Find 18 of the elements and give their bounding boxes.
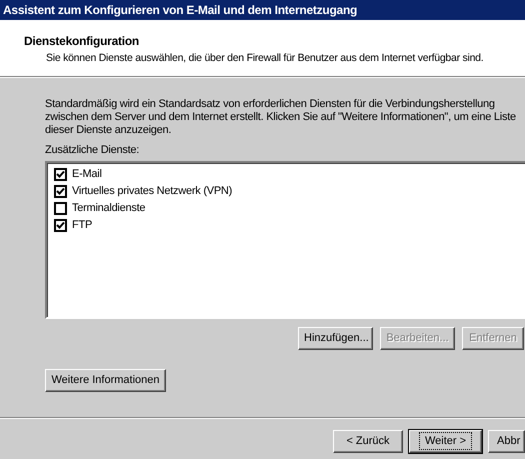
description-text: Standardmäßig wird ein Standardsatz von erforderlichen Diensten für die Verbindungsherstellung zwischen dem Server und dem Internet erstellt. Klicken Sie auf "Weitere Informationen", um eine Liste dieser Dienste anzuzeigen.: [45, 98, 517, 137]
window-title: Assistent zum Konfigurieren von E-Mail und dem Internetzugang: [0, 0, 525, 20]
wizard-nav-button[interactable]: Weiter >: [409, 430, 482, 452]
wizard-nav-button[interactable]: < Zurück: [333, 430, 403, 452]
service-label: E-Mail: [72, 166, 102, 182]
service-label: Terminaldienste: [72, 200, 146, 216]
service-label: Virtuelles privates Netzwerk (VPN): [72, 184, 232, 199]
wizard-nav-button[interactable]: Abbr: [488, 430, 525, 452]
services-label: Zusätzliche Dienste:: [45, 143, 140, 158]
service-label: FTP: [72, 218, 92, 233]
checkbox[interactable]: [54, 218, 67, 232]
checkbox[interactable]: [54, 184, 67, 198]
list-action-button[interactable]: Hinzufügen...: [298, 326, 373, 350]
checkbox[interactable]: [54, 202, 67, 214]
more-info-button[interactable]: Weitere Informationen: [45, 368, 166, 392]
page-subtitle: Sie können Dienste auswählen, die über den Firewall für Benutzer aus dem Internet verfügbar sind.: [45, 51, 484, 66]
checkbox[interactable]: [54, 168, 67, 180]
page-title: Dienstekonfiguration: [24, 33, 140, 50]
